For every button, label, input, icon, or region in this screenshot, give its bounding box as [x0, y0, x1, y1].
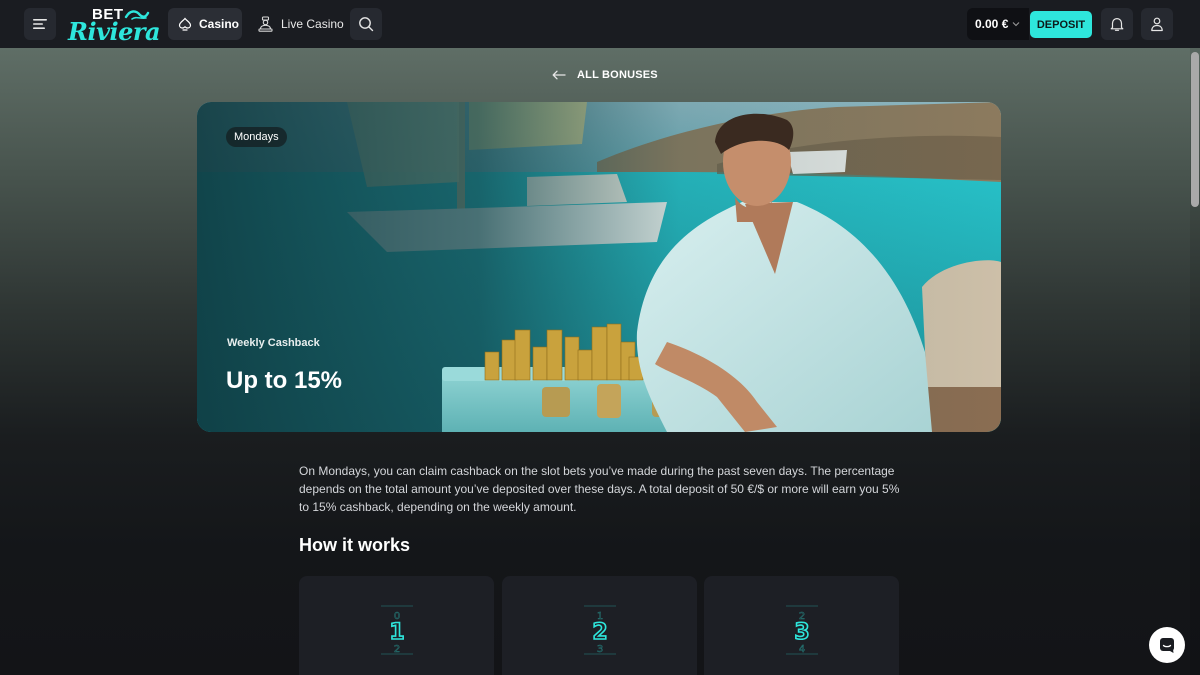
chat-icon: [1160, 638, 1174, 653]
live-chat-button[interactable]: [1149, 627, 1185, 663]
chevron-down-icon: [1012, 22, 1020, 27]
scrollbar-thumb[interactable]: [1191, 52, 1199, 207]
step-number-2-icon: 1 2 3: [584, 605, 616, 655]
step-number-3-icon: 2 3 4: [786, 605, 818, 655]
dealer-icon: [258, 16, 273, 32]
balance-selector[interactable]: 0.00 €: [967, 8, 1029, 40]
svg-text:4: 4: [799, 644, 805, 655]
balance-value: 0.00 €: [975, 17, 1009, 31]
logo[interactable]: BET Riviera: [66, 5, 161, 46]
svg-text:2: 2: [394, 644, 400, 655]
hero-tag-badge: Mondays: [226, 127, 287, 147]
spade-icon: [178, 17, 192, 31]
svg-text:3: 3: [597, 644, 603, 655]
hero-subtitle: Weekly Cashback: [227, 337, 320, 349]
notifications-button[interactable]: [1101, 8, 1133, 40]
deposit-button[interactable]: DEPOSIT: [1030, 11, 1092, 38]
menu-button[interactable]: [24, 8, 56, 40]
user-button[interactable]: [1141, 8, 1173, 40]
how-it-works-title: How it works: [299, 535, 411, 555]
arrow-left-icon: [552, 70, 566, 80]
top-bar: BET Riviera Casino Live Casino 0.00 € DE…: [0, 0, 1200, 48]
step-number-2: 2: [592, 620, 607, 645]
step-card-2: 1 2 3: [502, 576, 697, 675]
step-number-3: 3: [794, 620, 809, 645]
logo-riviera-text: Riviera: [68, 17, 161, 46]
step-number-1-icon: 0 1 2: [381, 605, 413, 655]
nav-casino[interactable]: Casino: [168, 8, 242, 40]
bell-icon: [1110, 18, 1124, 31]
nav-live-casino-label: Live Casino: [281, 17, 344, 31]
bonus-description: On Mondays, you can claim cashback on th…: [299, 464, 900, 514]
search-button[interactable]: [350, 8, 382, 40]
step-number-1: 1: [389, 620, 404, 645]
nav-casino-label: Casino: [199, 17, 240, 31]
all-bonuses-label: ALL BONUSES: [577, 69, 658, 81]
nav-live-casino[interactable]: Live Casino: [252, 8, 344, 40]
step-card-3: 2 3 4: [704, 576, 899, 675]
user-icon: [1151, 17, 1163, 32]
bonus-hero-banner: Mondays Weekly Cashback Up to 15%: [197, 102, 1001, 432]
step-card-1: 0 1 2: [299, 576, 494, 675]
menu-icon: [33, 19, 47, 29]
search-icon: [359, 17, 374, 32]
hero-title: Up to 15%: [226, 367, 343, 394]
all-bonuses-link[interactable]: ALL BONUSES: [552, 67, 658, 83]
